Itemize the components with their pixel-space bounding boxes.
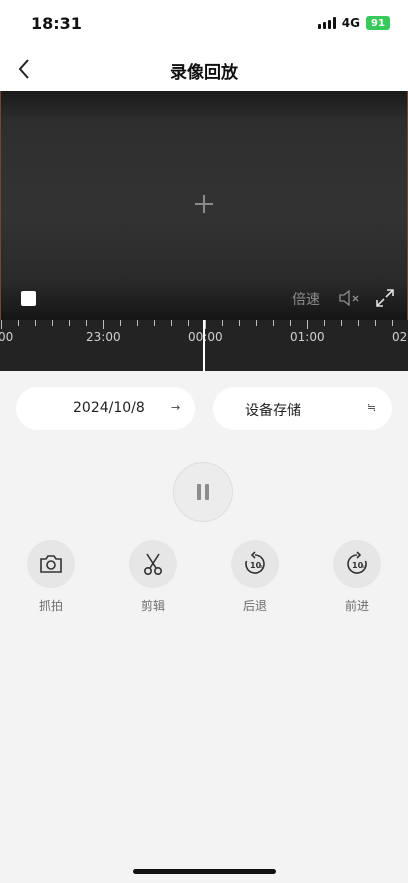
fullscreen-button[interactable] — [375, 288, 395, 308]
timeline-tick — [222, 320, 223, 326]
page-title: 录像回放 — [170, 63, 238, 83]
signal-icon — [317, 17, 336, 29]
timeline-tick — [52, 320, 53, 326]
timeline-tick — [69, 320, 70, 326]
timeline-tick — [256, 320, 257, 326]
timeline-tick — [205, 320, 206, 329]
timeline-label: 01:00 — [290, 330, 325, 344]
forward-10s-icon: 10 s — [347, 551, 367, 574]
timeline-scrubber[interactable]: 00 23:00 00:00 01:00 02 — [0, 320, 408, 371]
date-picker[interactable]: 2024/10/8 → — [16, 387, 195, 430]
storage-picker[interactable]: 设备存储 ≒ — [213, 387, 392, 430]
home-indicator — [133, 869, 276, 874]
action-circle: 10 s — [333, 540, 381, 588]
rewind-button[interactable]: 10 s 后退 — [225, 540, 285, 614]
rewind-10s-icon: 10 s — [245, 551, 265, 574]
network-type: 4G — [341, 16, 360, 30]
storage-value: 设备存储 — [245, 403, 301, 419]
timeline-tick — [239, 320, 240, 326]
timeline-tick — [358, 320, 359, 326]
timeline-label: 00 — [0, 330, 14, 344]
timeline-tick — [375, 320, 376, 326]
speaker-muted-icon — [339, 289, 359, 307]
speed-button[interactable]: 倍速 — [292, 289, 320, 309]
camera-icon — [40, 555, 62, 573]
action-circle: 10 s — [231, 540, 279, 588]
video-player[interactable]: 倍速 — [0, 91, 408, 320]
nav-bar: 录像回放 — [0, 48, 408, 91]
action-label: 抓拍 — [38, 599, 63, 613]
pause-button[interactable] — [173, 462, 233, 522]
timeline-tick — [171, 320, 172, 326]
clip-button[interactable]: 剪辑 — [123, 540, 183, 614]
timeline-tick — [188, 320, 189, 326]
timeline-tick — [154, 320, 155, 326]
svg-text:s: s — [362, 564, 365, 570]
timeline-tick — [307, 320, 308, 329]
battery-icon: 91 — [366, 16, 390, 30]
timeline-label: 02 — [392, 330, 408, 344]
arrow-right-icon: → — [171, 401, 181, 414]
date-value: 2024/10/8 — [73, 400, 145, 416]
timeline-tick — [137, 320, 138, 326]
action-circle — [129, 540, 177, 588]
timeline-tick — [86, 320, 87, 326]
timeline-tick — [341, 320, 342, 326]
action-label: 前进 — [344, 599, 369, 613]
snapshot-button[interactable]: 抓拍 — [21, 540, 81, 614]
svg-text:s: s — [260, 564, 263, 570]
action-label: 剪辑 — [140, 599, 165, 613]
stop-button[interactable] — [21, 291, 36, 306]
timeline-tick — [392, 320, 393, 326]
action-label: 后退 — [242, 599, 267, 613]
crosshair-icon — [195, 195, 213, 213]
clock: 18:31 — [31, 14, 82, 33]
timeline-tick — [324, 320, 325, 326]
timeline-tick — [290, 320, 291, 326]
timeline-tick — [273, 320, 274, 326]
playhead[interactable] — [203, 320, 205, 371]
scissors-icon — [143, 553, 163, 576]
timeline-tick — [1, 320, 2, 329]
action-circle — [27, 540, 75, 588]
pause-icon-bar — [205, 484, 209, 500]
timeline-tick — [18, 320, 19, 326]
pause-icon — [197, 484, 201, 500]
forward-button[interactable]: 10 s 前进 — [327, 540, 387, 614]
timeline-tick — [120, 320, 121, 326]
swap-icon: ≒ — [367, 401, 377, 414]
timeline-tick — [35, 320, 36, 326]
status-bar: 18:31 4G 91 — [0, 0, 408, 48]
battery-level: 91 — [371, 17, 385, 29]
status-icons: 4G 91 — [317, 16, 390, 30]
timeline-label: 00:00 — [188, 330, 223, 344]
mute-button[interactable] — [338, 289, 362, 307]
timeline-label: 23:00 — [86, 330, 121, 344]
timeline-tick — [103, 320, 104, 329]
expand-icon — [376, 289, 394, 307]
